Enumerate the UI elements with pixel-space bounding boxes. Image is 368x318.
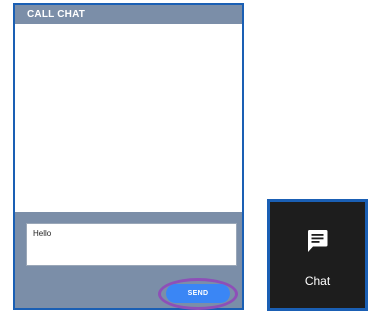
chat-panel-title: CALL CHAT xyxy=(15,5,242,24)
chat-compose-area: SEND xyxy=(15,212,242,310)
chat-message-input[interactable] xyxy=(26,223,237,266)
chat-launcher-button[interactable]: Chat xyxy=(267,199,368,311)
chat-message-area xyxy=(15,24,242,212)
send-button[interactable]: SEND xyxy=(166,284,230,303)
chat-bubble-icon xyxy=(307,230,328,252)
screen: CALL CHAT SEND Chat xyxy=(0,0,368,318)
chat-launcher-label: Chat xyxy=(304,274,331,288)
call-chat-panel: CALL CHAT SEND xyxy=(13,3,244,310)
